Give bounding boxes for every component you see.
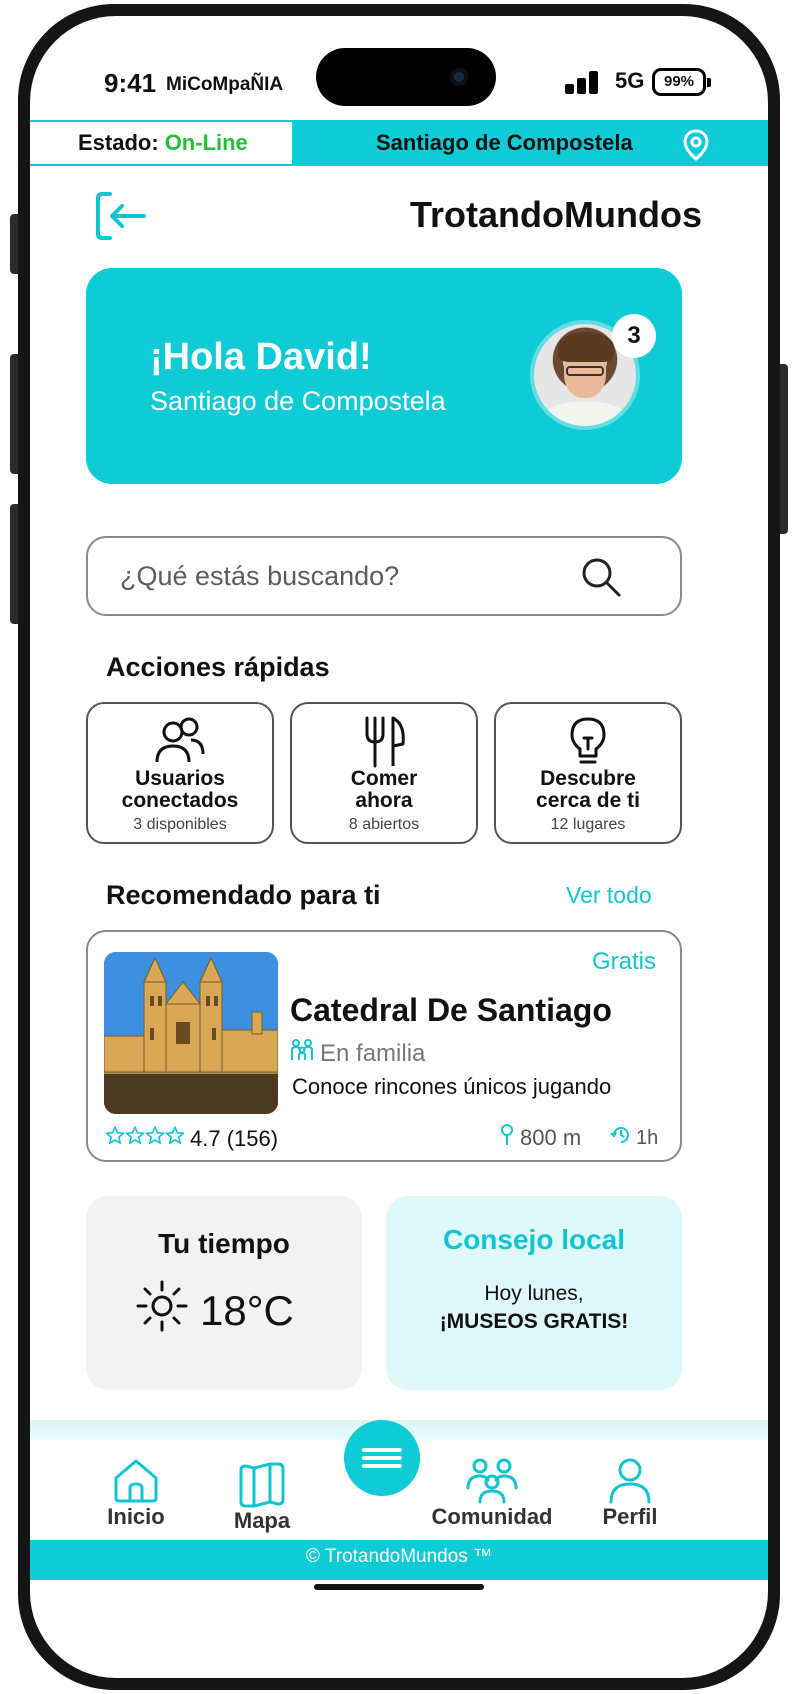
nav-perfil[interactable]: Perfil [560,1454,700,1530]
state-label: Estado: [78,130,159,155]
nav-comunidad[interactable]: Comunidad [422,1454,562,1530]
place-title: Catedral De Santiago [290,992,612,1028]
place-description: Conoce rincones únicos jugando [292,1074,612,1099]
state-value: On-Line [164,130,248,155]
signal-icon [565,70,605,94]
greeting-location: Santiago de Compostela [150,386,446,416]
home-icon [66,1454,206,1504]
search-input[interactable] [120,556,560,596]
quick-action-count: 12 lugares [550,816,626,833]
home-indicator [314,1584,484,1590]
volume-up-button [10,354,18,474]
search-icon[interactable] [580,556,622,603]
greeting-card: ¡Hola David! Santiago de Compostela 3 [86,268,682,484]
notification-badge[interactable]: 3 [612,314,656,358]
users-icon [88,716,272,766]
weather-card: Tu tiempo 18°C [86,1196,362,1390]
see-all-link[interactable]: Ver todo [566,882,652,909]
quick-action-eat[interactable]: Comer ahora 8 abiertos [290,702,478,844]
quick-action-label: Usuarios conectados [121,767,239,812]
info-bar: Estado: On-Line Santiago de Compostela [30,120,768,166]
distance: 800 m [500,1124,581,1152]
quick-action-count: 3 disponibles [133,816,227,833]
quick-actions-title: Acciones rápidas [106,652,330,682]
city-label: Santiago de Compostela [376,130,633,155]
rating: 4.7 (156) [105,1126,279,1152]
pin-icon [500,1124,514,1152]
location-pin-icon [682,129,710,167]
battery-icon: 99% [652,68,711,96]
camera-icon [450,68,468,86]
family-icon [290,1038,314,1069]
footer: © TrotandoMundos ™ [30,1540,768,1580]
recommendation-card[interactable]: Gratis Catedral De Santiago En familia C… [86,930,682,1162]
nav-label: Inicio [107,1504,165,1529]
map-icon [192,1458,332,1508]
current-city[interactable]: Santiago de Compostela [292,122,768,164]
audience-tag: En familia [290,1038,425,1069]
duration: 1h [610,1124,658,1152]
nav-label: Perfil [602,1504,658,1529]
rating-value: 4.7 (156) [190,1126,279,1151]
audience-text: En familia [320,1039,426,1067]
tip-title: Consejo local [442,1224,626,1255]
quick-action-discover[interactable]: Descubre cerca de ti 12 lugares [494,702,682,844]
network-type: 5G [615,68,645,93]
quick-action-users[interactable]: Usuarios conectados 3 disponibles [86,702,274,844]
cathedral-photo [104,952,278,1114]
nav-label: Comunidad [431,1504,553,1529]
duration-value: 1h [636,1126,659,1149]
price-label: Gratis [591,948,656,975]
recommended-title: Recomendado para ti [106,880,381,910]
connection-state: Estado: On-Line [30,122,292,164]
quick-action-label: Comer ahora [350,767,418,812]
lightbulb-icon [496,716,680,768]
volume-down-button [10,504,18,624]
quick-action-count: 8 abiertos [348,816,420,833]
tip-line1: Hoy lunes, [484,1282,584,1305]
tip-line2: ¡MUSEOS GRATIS! [439,1310,629,1333]
status-time: 9:41 [104,68,157,98]
hamburger-icon [362,1444,402,1472]
cutlery-icon [292,716,476,768]
community-icon [422,1454,562,1504]
sun-icon [136,1280,188,1342]
profile-icon [560,1454,700,1504]
power-button [780,364,788,534]
nav-mapa[interactable]: Mapa [192,1458,332,1534]
search-bar [86,536,682,616]
weather-title: Tu tiempo [158,1228,290,1259]
weather-value-row: 18°C [136,1280,294,1342]
clock-icon [610,1124,632,1152]
app-title: TrotandoMundos [410,194,702,235]
menu-button[interactable] [344,1420,420,1496]
screen: 9:41 MiCoMpaÑIA 5G 99% Estado: On-Line S… [30,16,768,1678]
status-carrier: MiCoMpaÑIA [166,74,284,95]
logout-icon[interactable] [92,188,152,244]
tip-text: Hoy lunes, ¡MUSEOS GRATIS! [386,1280,682,1336]
local-tip-card: Consejo local Hoy lunes, ¡MUSEOS GRATIS! [386,1196,682,1390]
nav-label: Mapa [233,1508,291,1533]
quick-action-label: Descubre cerca de ti [536,767,640,812]
nav-inicio[interactable]: Inicio [66,1454,206,1530]
greeting-text: ¡Hola David! [150,336,372,378]
temperature: 18°C [200,1287,294,1334]
dynamic-island [316,48,496,106]
status-bar: 9:41 MiCoMpaÑIA 5G 99% [30,16,768,126]
phone-frame: 9:41 MiCoMpaÑIA 5G 99% Estado: On-Line S… [10,4,788,1690]
star-rating-icon [105,1126,185,1152]
distance-value: 800 m [520,1125,582,1150]
